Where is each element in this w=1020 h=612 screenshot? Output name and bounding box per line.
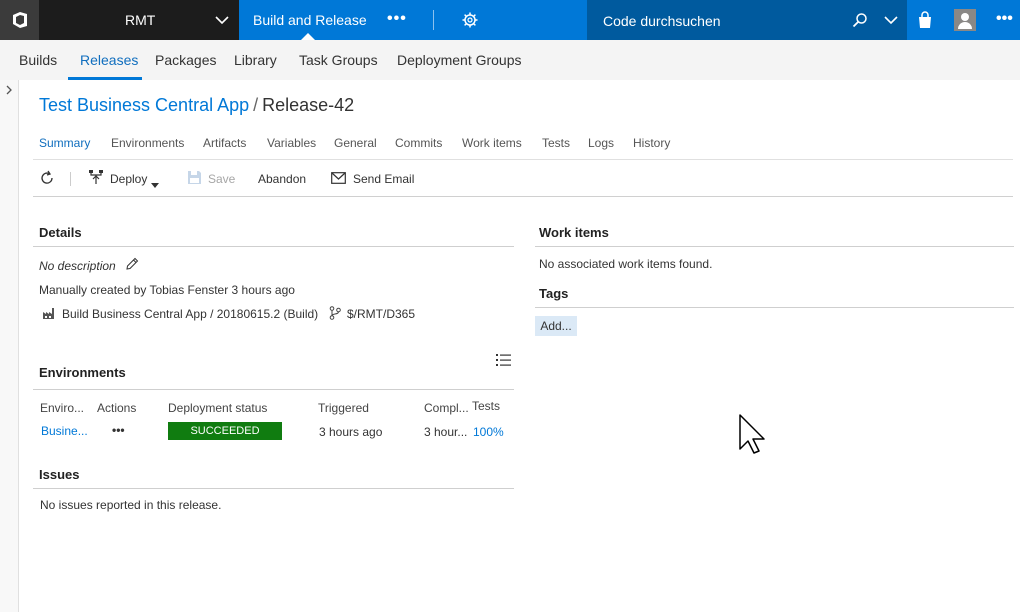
marketplace-bag-icon[interactable] bbox=[917, 11, 933, 32]
branch-icon bbox=[329, 306, 341, 323]
divider bbox=[70, 172, 71, 186]
divider bbox=[33, 159, 1013, 160]
top-bar: RMT Build and Release ••• Code durchsuch… bbox=[0, 0, 1020, 40]
tab-commits[interactable]: Commits bbox=[395, 136, 442, 150]
tab-tests[interactable]: Tests bbox=[542, 136, 570, 150]
list-view-icon[interactable] bbox=[496, 354, 511, 370]
tab-work-items[interactable]: Work items bbox=[462, 136, 522, 150]
column-header-completed[interactable]: Compl... bbox=[424, 401, 469, 415]
divider bbox=[535, 246, 1014, 247]
project-selector[interactable]: RMT bbox=[39, 0, 239, 40]
active-tab-indicator bbox=[68, 77, 142, 80]
gear-icon[interactable] bbox=[462, 12, 478, 31]
release-name: Release-42 bbox=[262, 95, 355, 115]
work-items-heading: Work items bbox=[539, 225, 609, 240]
code-search[interactable]: Code durchsuchen bbox=[587, 0, 907, 40]
environment-actions-button[interactable]: ••• bbox=[112, 423, 125, 437]
tags-heading: Tags bbox=[539, 286, 569, 301]
tab-packages[interactable]: Packages bbox=[155, 52, 216, 68]
build-factory-icon bbox=[42, 306, 56, 323]
tab-variables[interactable]: Variables bbox=[267, 136, 316, 150]
artifact-link[interactable]: Build Business Central App / 20180615.2 … bbox=[62, 307, 318, 321]
tab-builds[interactable]: Builds bbox=[19, 52, 57, 68]
environments-heading: Environments bbox=[39, 365, 126, 380]
tab-deployment-groups[interactable]: Deployment Groups bbox=[397, 52, 522, 68]
search-input[interactable]: Code durchsuchen bbox=[603, 13, 721, 29]
divider bbox=[33, 246, 514, 247]
completed-time: 3 hour... bbox=[424, 425, 468, 439]
column-header-deployment-status[interactable]: Deployment status bbox=[168, 401, 267, 415]
issues-heading: Issues bbox=[39, 467, 80, 482]
branch-path: $/RMT/D365 bbox=[347, 307, 416, 321]
triggered-time: 3 hours ago bbox=[319, 425, 383, 439]
column-header-environment[interactable]: Enviro... bbox=[40, 401, 84, 415]
pencil-edit-icon[interactable] bbox=[125, 257, 139, 274]
more-hubs-button[interactable]: ••• bbox=[387, 10, 407, 28]
release-description: No description bbox=[39, 259, 116, 273]
tests-pass-rate-link[interactable]: 100% bbox=[473, 425, 504, 439]
details-heading: Details bbox=[39, 225, 82, 240]
vsts-logo-icon[interactable] bbox=[0, 0, 39, 40]
left-pane-toggle[interactable] bbox=[0, 80, 19, 612]
tab-history[interactable]: History bbox=[633, 136, 670, 150]
breadcrumb-separator: / bbox=[253, 95, 259, 115]
hub-tabs: Builds Releases Packages Library Task Gr… bbox=[0, 40, 1020, 80]
chevron-down-icon[interactable] bbox=[884, 14, 898, 28]
chevron-down-icon bbox=[215, 14, 229, 28]
tab-releases[interactable]: Releases bbox=[80, 52, 138, 68]
column-header-actions[interactable]: Actions bbox=[97, 401, 136, 415]
hub-label: Build and Release bbox=[253, 12, 367, 28]
work-items-text: No associated work items found. bbox=[539, 257, 713, 271]
chevron-right-icon[interactable] bbox=[5, 84, 13, 98]
more-options-button[interactable]: ••• bbox=[996, 10, 1013, 28]
environment-link[interactable]: Busine... bbox=[41, 424, 88, 438]
search-icon[interactable] bbox=[852, 12, 868, 31]
hub-build-and-release[interactable]: Build and Release bbox=[239, 0, 375, 40]
tab-task-groups[interactable]: Task Groups bbox=[299, 52, 378, 68]
column-header-tests[interactable]: Tests bbox=[472, 399, 500, 413]
breadcrumb: Test Business Central App / Release-42 bbox=[39, 95, 354, 116]
column-header-triggered[interactable]: Triggered bbox=[318, 401, 369, 415]
active-hub-indicator bbox=[301, 33, 315, 40]
refresh-icon[interactable] bbox=[39, 170, 55, 189]
divider bbox=[33, 389, 514, 390]
release-definition-link[interactable]: Test Business Central App bbox=[39, 95, 249, 115]
issues-text: No issues reported in this release. bbox=[40, 498, 222, 512]
tab-logs[interactable]: Logs bbox=[588, 136, 614, 150]
tab-library[interactable]: Library bbox=[234, 52, 277, 68]
project-name: RMT bbox=[125, 12, 156, 28]
divider bbox=[33, 488, 514, 489]
add-tag-button[interactable]: Add... bbox=[535, 316, 577, 336]
status-badge[interactable]: SUCCEEDED bbox=[168, 422, 282, 440]
mouse-cursor-icon bbox=[738, 413, 766, 458]
tab-artifacts[interactable]: Artifacts bbox=[203, 136, 246, 150]
tab-summary[interactable]: Summary bbox=[39, 136, 90, 150]
caret-down-icon[interactable] bbox=[151, 177, 159, 191]
avatar[interactable] bbox=[954, 9, 976, 31]
created-by-text: Manually created by Tobias Fenster 3 hou… bbox=[39, 283, 295, 297]
tab-general[interactable]: General bbox=[334, 136, 377, 150]
abandon-button[interactable]: Abandon bbox=[258, 172, 306, 186]
mail-icon bbox=[331, 172, 346, 187]
tab-environments[interactable]: Environments bbox=[111, 136, 184, 150]
save-button[interactable]: Save bbox=[208, 172, 235, 186]
deploy-button[interactable]: Deploy bbox=[110, 172, 147, 186]
divider bbox=[535, 307, 1014, 308]
save-icon bbox=[187, 170, 202, 188]
divider bbox=[433, 10, 434, 30]
divider bbox=[33, 196, 1013, 197]
toolbar: Deploy Save Abandon Send Email bbox=[33, 166, 1013, 196]
deploy-icon bbox=[88, 169, 104, 188]
send-email-button[interactable]: Send Email bbox=[353, 172, 414, 186]
